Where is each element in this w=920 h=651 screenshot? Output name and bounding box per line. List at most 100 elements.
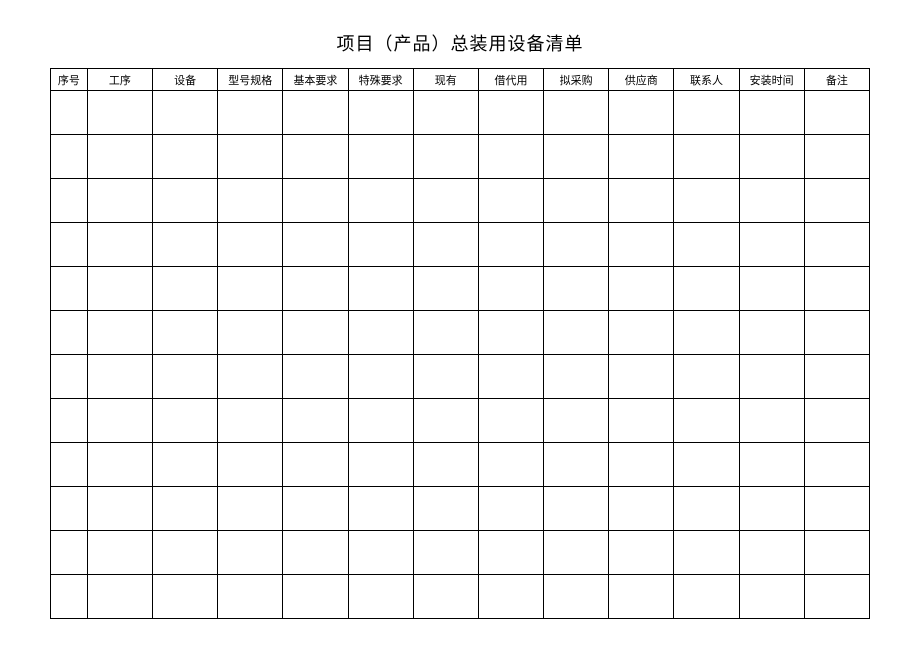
table-cell: [544, 135, 609, 179]
table-cell: [87, 355, 152, 399]
table-row: [51, 487, 870, 531]
table-row: [51, 91, 870, 135]
table-cell: [544, 531, 609, 575]
table-cell: [674, 179, 739, 223]
table-row: [51, 311, 870, 355]
table-cell: [348, 399, 413, 443]
header-equipment: 设备: [153, 69, 218, 91]
table-cell: [153, 355, 218, 399]
table-cell: [51, 179, 88, 223]
table-cell: [153, 91, 218, 135]
header-process: 工序: [87, 69, 152, 91]
table-cell: [87, 91, 152, 135]
equipment-table: 序号 工序 设备 型号规格 基本要求 特殊要求 现有 借代用 拟采购 供应商 联…: [50, 68, 870, 619]
table-cell: [804, 443, 869, 487]
table-cell: [413, 135, 478, 179]
table-cell: [87, 135, 152, 179]
table-cell: [413, 443, 478, 487]
table-cell: [51, 355, 88, 399]
table-cell: [87, 223, 152, 267]
table-cell: [413, 223, 478, 267]
table-body: [51, 91, 870, 619]
table-cell: [413, 267, 478, 311]
table-cell: [804, 135, 869, 179]
table-cell: [218, 223, 283, 267]
header-existing: 现有: [413, 69, 478, 91]
table-cell: [413, 487, 478, 531]
header-model: 型号规格: [218, 69, 283, 91]
table-row: [51, 575, 870, 619]
table-cell: [674, 91, 739, 135]
table-cell: [348, 355, 413, 399]
table-cell: [218, 91, 283, 135]
table-cell: [739, 179, 804, 223]
table-cell: [609, 267, 674, 311]
table-cell: [609, 311, 674, 355]
table-cell: [804, 267, 869, 311]
table-cell: [153, 135, 218, 179]
table-cell: [804, 531, 869, 575]
table-cell: [804, 179, 869, 223]
table-cell: [87, 399, 152, 443]
table-cell: [51, 91, 88, 135]
table-cell: [739, 135, 804, 179]
table-cell: [739, 531, 804, 575]
header-special-req: 特殊要求: [348, 69, 413, 91]
table-cell: [283, 399, 348, 443]
table-cell: [804, 91, 869, 135]
table-cell: [544, 443, 609, 487]
table-cell: [544, 179, 609, 223]
table-row: [51, 355, 870, 399]
table-cell: [739, 91, 804, 135]
table-cell: [87, 267, 152, 311]
table-cell: [283, 311, 348, 355]
table-cell: [87, 575, 152, 619]
table-cell: [153, 443, 218, 487]
table-cell: [348, 443, 413, 487]
table-cell: [478, 575, 543, 619]
table-cell: [153, 399, 218, 443]
table-cell: [609, 223, 674, 267]
table-cell: [478, 487, 543, 531]
table-row: [51, 267, 870, 311]
table-cell: [218, 179, 283, 223]
table-cell: [674, 135, 739, 179]
header-basic-req: 基本要求: [283, 69, 348, 91]
table-cell: [804, 575, 869, 619]
table-cell: [153, 223, 218, 267]
table-cell: [804, 399, 869, 443]
table-cell: [609, 179, 674, 223]
table-cell: [51, 399, 88, 443]
table-cell: [739, 223, 804, 267]
table-cell: [544, 91, 609, 135]
table-cell: [218, 135, 283, 179]
table-cell: [739, 267, 804, 311]
table-cell: [87, 487, 152, 531]
table-cell: [544, 399, 609, 443]
table-cell: [674, 531, 739, 575]
header-seq: 序号: [51, 69, 88, 91]
table-cell: [413, 575, 478, 619]
table-cell: [283, 135, 348, 179]
table-cell: [51, 487, 88, 531]
table-cell: [348, 531, 413, 575]
table-cell: [544, 355, 609, 399]
table-cell: [283, 91, 348, 135]
table-cell: [283, 443, 348, 487]
table-cell: [348, 91, 413, 135]
table-cell: [478, 135, 543, 179]
table-cell: [348, 311, 413, 355]
header-contact: 联系人: [674, 69, 739, 91]
table-cell: [478, 355, 543, 399]
table-row: [51, 135, 870, 179]
table-cell: [739, 575, 804, 619]
table-cell: [153, 311, 218, 355]
table-cell: [804, 487, 869, 531]
table-cell: [478, 267, 543, 311]
table-row: [51, 223, 870, 267]
table-cell: [348, 135, 413, 179]
table-cell: [51, 267, 88, 311]
table-cell: [804, 223, 869, 267]
table-cell: [87, 531, 152, 575]
header-borrow: 借代用: [478, 69, 543, 91]
